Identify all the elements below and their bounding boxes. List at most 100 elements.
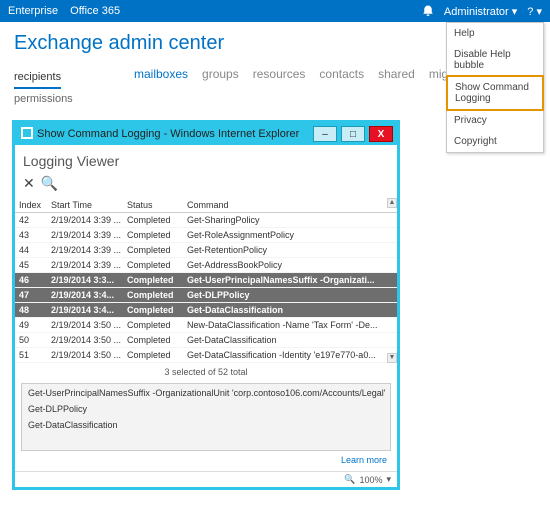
- cell-time: 2/19/2014 3:39 ...: [51, 215, 127, 225]
- cell-cmd: Get-RoleAssignmentPolicy: [187, 230, 383, 240]
- scroll-down-icon[interactable]: ▼: [387, 353, 397, 363]
- cell-cmd: Get-SharingPolicy: [187, 215, 383, 225]
- cell-status: Completed: [127, 305, 187, 315]
- scroll-up-icon[interactable]: ▲: [387, 198, 397, 208]
- cell-cmd: Get-DataClassification: [187, 305, 383, 315]
- table-row[interactable]: 482/19/2014 3:4...CompletedGet-DataClass…: [15, 303, 397, 318]
- command-detail-box[interactable]: Get-UserPrincipalNamesSuffix -Organizati…: [21, 383, 391, 451]
- chevron-down-icon: ▾: [512, 6, 518, 18]
- cell-cmd: Get-DLPPolicy: [187, 290, 383, 300]
- cell-cmd: Get-UserPrincipalNamesSuffix -Organizati…: [187, 275, 383, 285]
- tab-contacts[interactable]: contacts: [319, 67, 364, 109]
- cell-cmd: Get-DataClassification: [187, 335, 383, 345]
- detail-line: Get-UserPrincipalNamesSuffix -Organizati…: [28, 388, 384, 398]
- table-row[interactable]: 442/19/2014 3:39 ...CompletedGet-Retenti…: [15, 243, 397, 258]
- help-menu-item[interactable]: Help: [447, 23, 543, 44]
- cell-index: 46: [19, 275, 51, 285]
- col-command[interactable]: Command: [187, 200, 383, 210]
- minimize-button[interactable]: –: [313, 126, 337, 142]
- zoom-bar: 🔍 100% ▾: [15, 471, 397, 487]
- cell-index: 51: [19, 350, 51, 360]
- cell-status: Completed: [127, 275, 187, 285]
- clear-icon[interactable]: ✕: [23, 175, 35, 192]
- tab-strip: mailboxesgroupsresourcescontactssharedmi…: [104, 67, 478, 109]
- nav-office365[interactable]: Office 365: [70, 5, 120, 17]
- tab-mailboxes[interactable]: mailboxes: [134, 67, 188, 109]
- help-button[interactable]: ? ▾: [527, 5, 542, 18]
- table-row[interactable]: 422/19/2014 3:39 ...CompletedGet-Sharing…: [15, 213, 397, 228]
- table-row[interactable]: 472/19/2014 3:4...CompletedGet-DLPPolicy: [15, 288, 397, 303]
- table-row[interactable]: 512/19/2014 3:50 ...CompletedGet-DataCla…: [15, 348, 397, 363]
- cell-time: 2/19/2014 3:4...: [51, 290, 127, 300]
- window-titlebar[interactable]: Show Command Logging - Windows Internet …: [15, 123, 397, 145]
- cell-time: 2/19/2014 3:50 ...: [51, 320, 127, 330]
- tab-resources[interactable]: resources: [253, 67, 306, 109]
- tab-shared[interactable]: shared: [378, 67, 415, 109]
- sidebar-item-recipients[interactable]: recipients: [14, 67, 61, 89]
- col-index[interactable]: Index: [19, 200, 51, 210]
- cell-time: 2/19/2014 3:50 ...: [51, 350, 127, 360]
- selection-status: 3 selected of 52 total: [15, 363, 397, 383]
- search-icon[interactable]: 🔍: [41, 175, 58, 192]
- global-topbar: Enterprise Office 365 Administrator ▾ ? …: [0, 0, 550, 22]
- table-row[interactable]: 492/19/2014 3:50 ...CompletedNew-DataCla…: [15, 318, 397, 333]
- cell-status: Completed: [127, 230, 187, 240]
- cell-cmd: Get-DataClassification -Identity 'e197e7…: [187, 350, 383, 360]
- learn-more-link[interactable]: Learn more: [341, 455, 387, 465]
- cell-time: 2/19/2014 3:4...: [51, 305, 127, 315]
- cell-index: 43: [19, 230, 51, 240]
- cell-time: 2/19/2014 3:39 ...: [51, 245, 127, 255]
- cell-time: 2/19/2014 3:3...: [51, 275, 127, 285]
- zoom-chevron-icon[interactable]: ▾: [386, 474, 391, 485]
- nav-enterprise[interactable]: Enterprise: [8, 5, 58, 17]
- cell-index: 45: [19, 260, 51, 270]
- col-status[interactable]: Status: [127, 200, 187, 210]
- cell-time: 2/19/2014 3:39 ...: [51, 230, 127, 240]
- table-row[interactable]: 452/19/2014 3:39 ...CompletedGet-Address…: [15, 258, 397, 273]
- grid-header: Index Start Time Status Command: [15, 198, 397, 213]
- cell-time: 2/19/2014 3:39 ...: [51, 260, 127, 270]
- cell-cmd: Get-AddressBookPolicy: [187, 260, 383, 270]
- cell-cmd: Get-RetentionPolicy: [187, 245, 383, 255]
- cell-status: Completed: [127, 245, 187, 255]
- cell-index: 49: [19, 320, 51, 330]
- notifications-icon[interactable]: [422, 4, 434, 19]
- help-menu-item[interactable]: Privacy: [447, 110, 543, 131]
- viewer-toolbar: ✕ 🔍: [15, 173, 397, 198]
- window-title: Show Command Logging - Windows Internet …: [37, 128, 309, 140]
- zoom-icon[interactable]: 🔍: [344, 474, 355, 485]
- help-dropdown: HelpDisable Help bubbleShow Command Logg…: [446, 22, 544, 153]
- sidebar-item-permissions[interactable]: permissions: [14, 89, 104, 109]
- cell-index: 50: [19, 335, 51, 345]
- maximize-button[interactable]: □: [341, 126, 365, 142]
- help-menu-item[interactable]: Show Command Logging: [447, 76, 543, 110]
- cell-status: Completed: [127, 215, 187, 225]
- cell-status: Completed: [127, 320, 187, 330]
- col-start-time[interactable]: Start Time: [51, 200, 127, 210]
- cell-status: Completed: [127, 335, 187, 345]
- grid-scrollbar[interactable]: ▲ ▼: [387, 198, 397, 363]
- window-icon: [21, 127, 33, 142]
- detail-line: Get-DLPPolicy: [28, 404, 384, 414]
- help-icon: ?: [527, 6, 533, 18]
- cell-index: 47: [19, 290, 51, 300]
- tab-groups[interactable]: groups: [202, 67, 239, 109]
- table-row[interactable]: 462/19/2014 3:3...CompletedGet-UserPrinc…: [15, 273, 397, 288]
- help-menu-item[interactable]: Disable Help bubble: [447, 44, 543, 76]
- detail-line: Get-DataClassification: [28, 420, 384, 430]
- zoom-level: 100%: [359, 475, 382, 485]
- admin-menu[interactable]: Administrator ▾: [444, 5, 517, 18]
- cell-status: Completed: [127, 260, 187, 270]
- cell-time: 2/19/2014 3:50 ...: [51, 335, 127, 345]
- command-logging-window: Show Command Logging - Windows Internet …: [12, 120, 400, 490]
- cell-status: Completed: [127, 350, 187, 360]
- close-button[interactable]: X: [369, 126, 393, 142]
- table-row[interactable]: 432/19/2014 3:39 ...CompletedGet-RoleAss…: [15, 228, 397, 243]
- chevron-down-icon: ▾: [536, 6, 542, 18]
- table-row[interactable]: 502/19/2014 3:50 ...CompletedGet-DataCla…: [15, 333, 397, 348]
- sidebar: recipientspermissions: [14, 67, 104, 109]
- cell-index: 44: [19, 245, 51, 255]
- help-menu-item[interactable]: Copyright: [447, 131, 543, 152]
- viewer-title: Logging Viewer: [15, 145, 397, 173]
- cell-status: Completed: [127, 290, 187, 300]
